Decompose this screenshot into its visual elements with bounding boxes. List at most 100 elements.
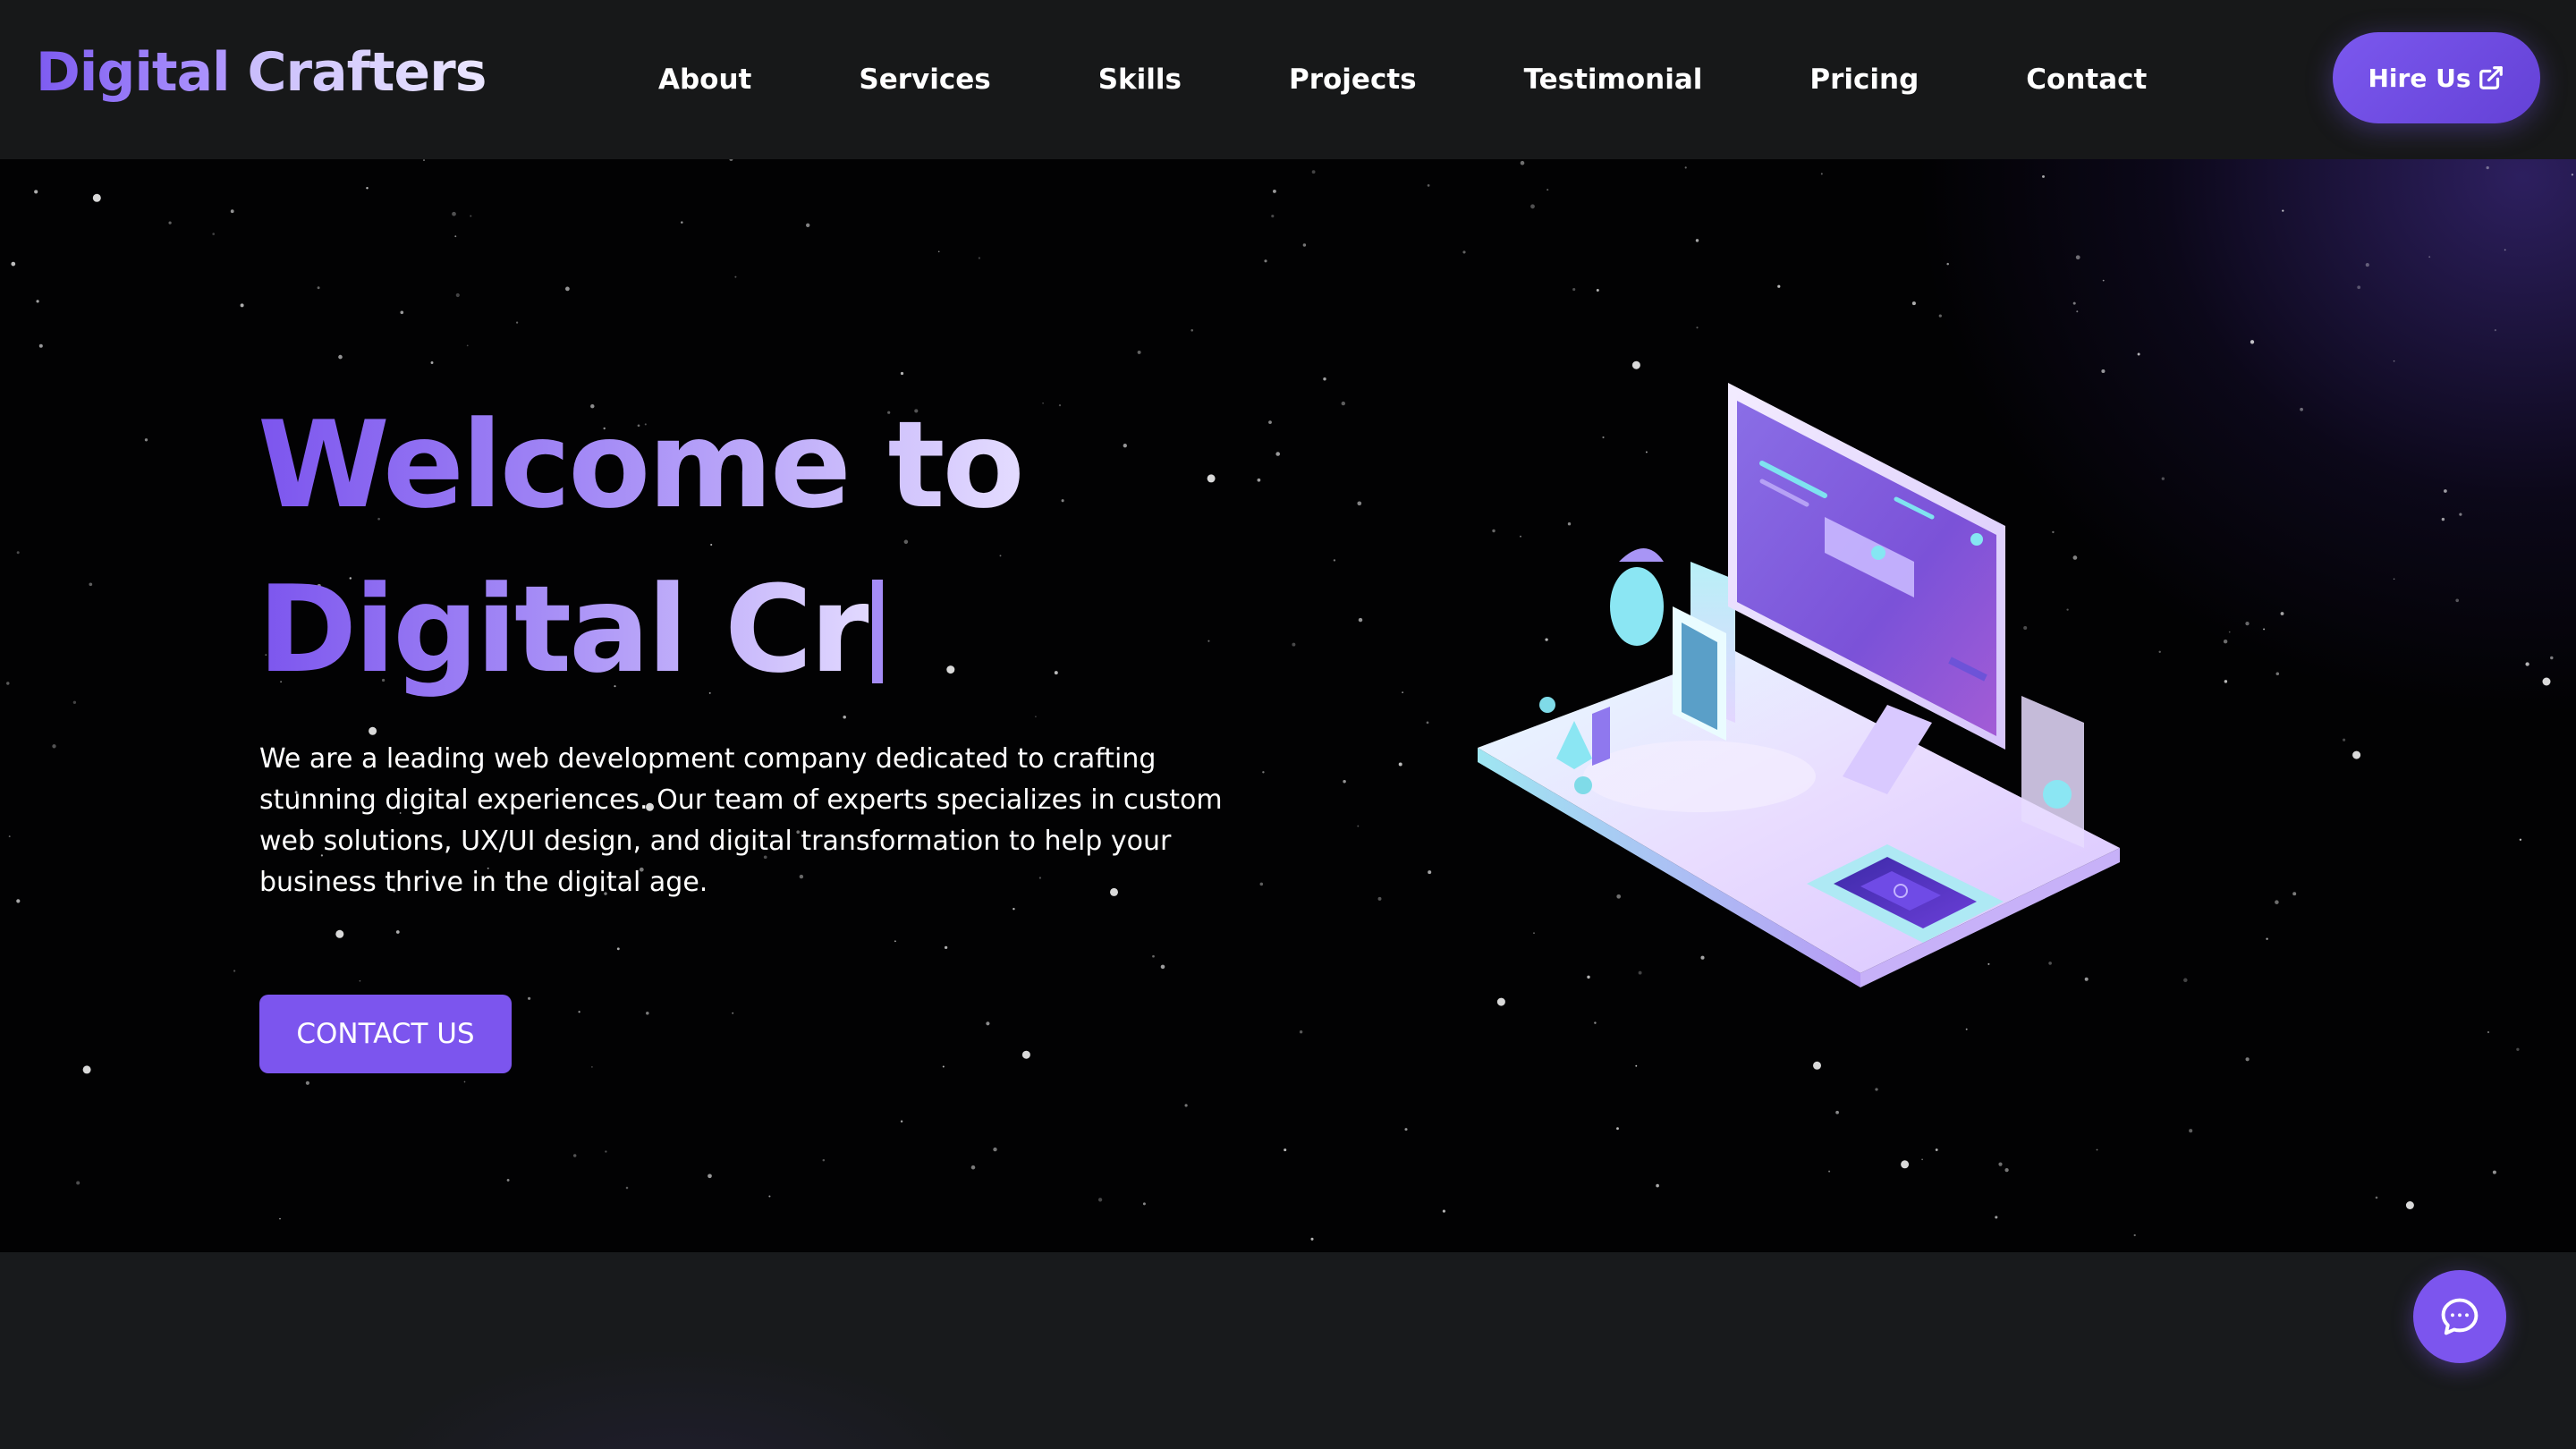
star [1257,478,1261,482]
star [572,1154,577,1157]
star [454,235,457,238]
star [578,1011,580,1013]
star [1333,559,1336,562]
star [2161,477,2165,480]
star [942,1065,945,1068]
star [565,286,570,292]
star [230,209,234,214]
star [16,899,21,903]
star [1935,1148,1938,1151]
star [2250,340,2255,344]
star [2189,1129,2193,1133]
star [317,286,320,290]
star [2375,1196,2378,1199]
nav-link-testimonial[interactable]: Testimonial [1524,64,1703,96]
star [1635,1064,1638,1067]
star [1264,259,1267,263]
star [16,551,20,555]
star [430,361,434,364]
star [1302,243,1307,247]
star [2504,249,2506,251]
nav-link-about[interactable]: About [658,64,751,96]
star [233,970,236,972]
star [1097,1198,1103,1202]
hire-us-button[interactable]: Hire Us [2333,32,2540,123]
star [305,1080,309,1085]
hero-title-line1: Welcome to [258,383,1025,547]
nav-links: About Services Skills Projects Testimoni… [658,0,2147,159]
star [1696,326,1699,329]
chat-button[interactable] [2413,1270,2506,1363]
star [2076,310,2079,313]
star [1911,301,1916,306]
brand-name-part1: Digital [36,41,231,104]
star [2282,209,2284,212]
hero-section: Welcome to Digital Cr We are a leading w… [0,159,2576,1252]
star [768,1195,771,1198]
star [1835,1110,1839,1114]
star [6,682,10,685]
nav-link-pricing[interactable]: Pricing [1809,64,1919,96]
star [528,996,531,1000]
star [1616,1127,1619,1131]
star [822,1158,826,1162]
star [1268,420,1272,424]
star [338,354,343,360]
star [2441,517,2445,521]
star [1021,1050,1030,1059]
brand-name-part2: Crafters [247,41,487,104]
star [2183,978,2188,983]
star [1442,1209,1445,1213]
star [168,221,172,225]
nav-link-skills[interactable]: Skills [1098,64,1182,96]
star [2494,329,2496,332]
star [1995,1216,1998,1219]
star [82,1065,91,1074]
star [2075,255,2080,260]
star [2223,639,2228,644]
nav-link-projects[interactable]: Projects [1289,64,1417,96]
star [2292,892,2297,896]
star [1530,204,1535,209]
star [2525,662,2529,666]
star [1596,289,1599,292]
contact-us-button[interactable]: CONTACT US [259,995,512,1073]
star [1404,1128,1408,1131]
star [515,321,519,324]
star [1013,907,1015,911]
hero-title-typed-text: Digital Cr [258,560,867,699]
star [506,1178,510,1182]
star [1813,1061,1821,1070]
star [466,344,469,347]
star [400,310,404,315]
star [1323,377,1326,381]
star [2102,279,2105,282]
star [1358,617,1363,623]
star [993,1147,997,1152]
star [2365,263,2369,267]
star [1208,640,1210,642]
star [2357,285,2361,290]
external-link-icon [2479,66,2504,89]
star [646,1012,649,1015]
nav-link-services[interactable]: Services [859,64,990,96]
star [2542,677,2551,686]
star [1142,1202,1146,1206]
brand-logo[interactable]: Digital Crafters [36,41,487,104]
star [1875,1088,1878,1091]
star [455,292,460,298]
star [2266,937,2268,940]
star [900,1120,903,1123]
star [1272,189,1276,193]
star [423,159,425,162]
star [1160,964,1165,970]
star [1427,184,1430,187]
star [843,715,846,719]
star [2550,656,2554,660]
star [681,221,683,224]
star [2352,750,2361,759]
nav-link-contact[interactable]: Contact [2026,64,2147,96]
star [38,343,43,348]
star [452,211,456,216]
star [1275,452,1280,456]
